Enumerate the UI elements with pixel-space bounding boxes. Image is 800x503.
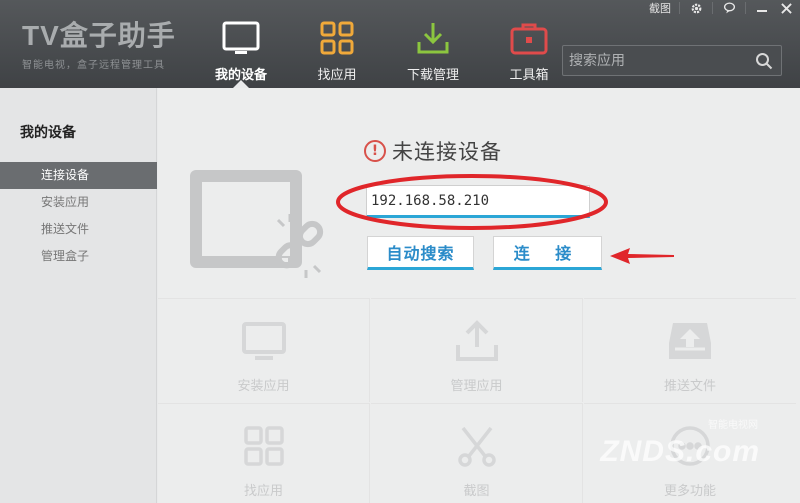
scissors-icon — [453, 424, 501, 468]
sidebar-item-manage-box[interactable]: 管理盒子 — [0, 243, 157, 270]
inbox-upload-icon — [666, 319, 714, 363]
disconnected-tv-icon — [186, 166, 336, 286]
logo-title: TV盒子助手 — [22, 20, 176, 51]
main-nav: 我的设备 找应用 下载管理 工具箱 — [193, 0, 577, 88]
minimize-icon[interactable] — [754, 1, 770, 15]
divider — [745, 2, 746, 14]
logo-subtitle: 智能电视，盒子远程管理工具 — [22, 60, 165, 71]
watermark-subtitle: 智能电视网 — [708, 420, 758, 431]
annotation-arrow — [610, 248, 674, 264]
window-controls: 截图 — [649, 0, 794, 16]
feature-manage-apps[interactable]: 管理应用 — [371, 298, 583, 402]
sidebar-list: 连接设备 安装应用 推送文件 管理盒子 — [0, 162, 157, 270]
main-panel: ! 未连接设备 自动搜索 连 接 安装应用 管理应用 推送文件 — [158, 88, 800, 503]
nav-find-apps[interactable]: 找应用 — [289, 0, 385, 88]
download-icon — [413, 18, 453, 58]
feature-label: 安装应用 — [237, 379, 290, 394]
auto-search-button[interactable]: 自动搜索 — [367, 236, 474, 270]
nav-download-manager[interactable]: 下载管理 — [385, 0, 481, 88]
close-icon[interactable] — [778, 1, 794, 15]
monitor-icon — [240, 319, 288, 363]
feature-screenshot[interactable]: 截图 — [371, 403, 583, 503]
feature-label: 更多功能 — [663, 484, 716, 499]
app-logo: TV盒子助手 智能电视，盒子远程管理工具 — [22, 14, 176, 71]
connect-button[interactable]: 连 接 — [493, 236, 602, 270]
sidebar-title: 我的设备 — [20, 125, 76, 141]
feature-push-files[interactable]: 推送文件 — [584, 298, 796, 402]
search-input[interactable] — [563, 46, 743, 75]
connection-status: ! 未连接设备 — [364, 136, 502, 166]
divider — [712, 2, 713, 14]
sidebar-item-install-apps[interactable]: 安装应用 — [0, 189, 157, 216]
gear-icon[interactable] — [688, 1, 704, 15]
search-icon[interactable] — [755, 52, 773, 70]
nav-label: 找应用 — [317, 68, 357, 83]
toolbox-icon — [509, 18, 549, 58]
watermark: ZNDS.com — [600, 435, 760, 468]
feature-label: 管理应用 — [450, 379, 503, 394]
sidebar-item-connect-device[interactable]: 连接设备 — [0, 162, 157, 189]
nav-my-devices[interactable]: 我的设备 — [193, 0, 289, 88]
grid-icon — [240, 424, 288, 468]
nav-label: 我的设备 — [214, 68, 267, 83]
feature-label: 找应用 — [243, 484, 283, 499]
nav-label: 下载管理 — [406, 68, 459, 83]
sidebar-item-push-files[interactable]: 推送文件 — [0, 216, 157, 243]
warning-icon: ! — [364, 140, 386, 162]
chat-icon[interactable] — [721, 1, 737, 15]
feature-find-apps[interactable]: 找应用 — [158, 403, 370, 503]
monitor-icon — [221, 18, 261, 58]
feature-install-apps[interactable]: 安装应用 — [158, 298, 370, 402]
feature-label: 截图 — [463, 484, 490, 499]
nav-label: 工具箱 — [509, 68, 549, 83]
divider — [679, 2, 680, 14]
status-text: 未连接设备 — [392, 140, 502, 164]
search-box — [562, 45, 782, 76]
feature-grid: 安装应用 管理应用 推送文件 找应用 截图 更多功能 — [158, 298, 800, 503]
feature-label: 推送文件 — [663, 379, 716, 394]
sidebar: 我的设备 连接设备 安装应用 推送文件 管理盒子 — [0, 88, 157, 503]
grid-icon — [317, 18, 357, 58]
screenshot-button[interactable]: 截图 — [649, 0, 671, 16]
upload-icon — [453, 319, 501, 363]
ip-address-input[interactable] — [366, 185, 590, 218]
app-header: TV盒子助手 智能电视，盒子远程管理工具 截图 我的设备 找应用 下载管理 工具… — [0, 0, 800, 88]
